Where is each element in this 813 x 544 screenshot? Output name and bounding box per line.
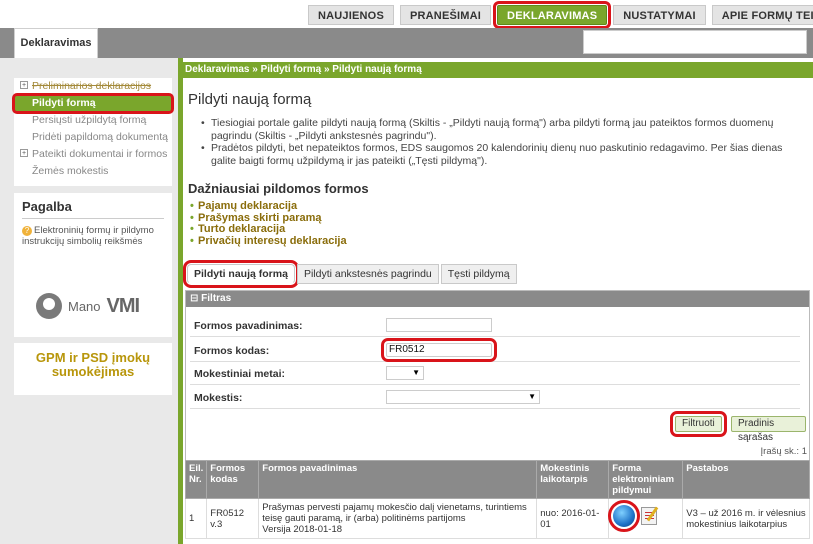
tax-year-select[interactable]: ▼: [386, 366, 424, 380]
intro-item: Pradėtos pildyti, bet nepateiktos formos…: [201, 142, 795, 167]
tab-pildyti-nauja-forma[interactable]: Pildyti naują formą: [183, 260, 299, 288]
tab-nustatymai[interactable]: NUSTATYMAI: [613, 5, 706, 25]
reset-list-button[interactable]: Pradinis sąrašas: [731, 416, 806, 443]
cell-period: nuo: 2016-01-01: [536, 498, 610, 539]
frequent-forms: Dažniausiai pildomos formos Pajamų dekla…: [183, 181, 813, 247]
help-link-text: Elektroninių formų ir pildymo instrukcij…: [22, 225, 154, 247]
gpm-psd-banner[interactable]: GPM ir PSD įmokų sumokėjimas: [14, 343, 172, 395]
edit-form-icon[interactable]: [641, 507, 658, 525]
frequent-form-link[interactable]: Privačių interesų deklaracija: [190, 235, 813, 248]
tax-label: Mokestis:: [194, 392, 243, 404]
header-right-box: [583, 30, 807, 54]
tab-pranesimai[interactable]: PRANEŠIMAI: [399, 5, 492, 25]
tax-year-label: Mokestiniai metai:: [194, 368, 286, 380]
col-name[interactable]: Formos pavadinimas: [258, 460, 538, 499]
form-name-label: Formos pavadinimas:: [194, 320, 303, 332]
filter-panel: ⊟ Filtras Formos pavadinimas: Formos kod…: [185, 290, 810, 462]
filter-button[interactable]: Filtruoti: [670, 411, 727, 437]
tab-pildyti-ankstesnes-pagrindu[interactable]: Pildyti ankstesnės pagrindu: [296, 264, 439, 284]
tab-deklaravimas[interactable]: DEKLARAVIMAS: [493, 1, 612, 29]
cell-name: Prašymas pervesti pajamų mokesčio dalį v…: [258, 498, 538, 539]
cell-nr: 1: [184, 498, 208, 539]
person-icon: [36, 293, 62, 319]
section-header-bar: Deklaravimas: [0, 28, 813, 58]
globe-icon[interactable]: [608, 500, 641, 532]
sidebar-item-label: Preliminarios deklaracijos: [32, 80, 152, 92]
tab-apie-formu-teikima[interactable]: APIE FORMŲ TEIKIMĄ: [711, 5, 813, 25]
main-content: Deklaravimas » Pildyti formą » Pildyti n…: [178, 58, 813, 544]
sidebar-item-pateikti-dokumentai[interactable]: + Pateikti dokumentai ir formos: [14, 146, 172, 163]
logo-mano-text: Mano: [68, 298, 101, 314]
sidebar-item-pildyti-forma[interactable]: Pildyti formą: [12, 93, 174, 114]
mano-vmi-logo: Mano VMI: [36, 293, 141, 319]
form-tabs: Pildyti naują formą Pildyti ankstesnės p…: [183, 260, 517, 288]
expand-icon: +: [20, 149, 28, 157]
form-version-text: Versija 2018-01-18: [262, 524, 343, 535]
gpm-psd-banner-text: GPM ir PSD įmokų sumokėjimas: [35, 350, 151, 379]
table-header-row: Eil. Nr. Formos kodas Formos pavadinimas…: [184, 460, 810, 499]
tab-naujienos[interactable]: NAUJIENOS: [308, 5, 394, 25]
form-code-label: Formos kodas:: [194, 345, 270, 357]
section-tab-deklaravimas[interactable]: Deklaravimas: [14, 28, 98, 58]
tab-testi-pildyma[interactable]: Tęsti pildymą: [440, 264, 517, 284]
sidebar-menu: + Preliminarios deklaracijos Pildyti form…: [12, 78, 174, 186]
cell-electronic-form: [608, 498, 684, 539]
forms-table: Eil. Nr. Formos kodas Formos pavadinimas…: [184, 460, 810, 539]
question-icon: ?: [22, 226, 32, 236]
form-name-input[interactable]: [386, 318, 492, 332]
sidebar: + Preliminarios deklaracijos Pildyti form…: [0, 58, 178, 544]
sidebar-item-preliminarios-deklaracijos[interactable]: + Preliminarios deklaracijos: [14, 78, 172, 95]
intro-item: Tiesiogiai portale galite pildyti naują …: [201, 117, 795, 142]
frequent-forms-title: Dažniausiai pildomos formos: [188, 181, 369, 196]
table-row: 1 FR0512 v.3 Prašymas pervesti pajamų mo…: [184, 498, 810, 539]
expand-icon: +: [20, 81, 28, 89]
mano-vmi-banner[interactable]: Mano VMI: [14, 271, 172, 337]
filter-row-tax-year: Mokestiniai metai: ▼: [190, 363, 800, 385]
form-name-text: Prašymas pervesti pajamų mokesčio dalį v…: [262, 502, 527, 524]
top-nav-tabs: NAUJIENOS PRANEŠIMAI DEKLARAVIMAS NUSTAT…: [308, 1, 813, 29]
filter-buttons: Filtruoti Pradinis sąrašas: [190, 411, 806, 443]
col-nr[interactable]: Eil. Nr.: [184, 460, 208, 499]
frequent-forms-list: Pajamų deklaracija Prašymas skirti param…: [190, 200, 813, 248]
tax-select[interactable]: ▼: [386, 390, 540, 404]
breadcrumb: Deklaravimas » Pildyti formą » Pildyti n…: [183, 62, 813, 78]
sidebar-item-zemes-mokestis[interactable]: Žemės mokestis: [14, 163, 172, 180]
filter-row-form-code: Formos kodas: FR0512: [190, 338, 800, 362]
help-link[interactable]: ? Elektroninių formų ir pildymo instrukci…: [22, 225, 164, 247]
col-electronic-form: Forma elektroniniam pildymui: [608, 460, 684, 499]
sidebar-item-label: Pateikti dokumentai ir formos: [32, 148, 168, 160]
filter-row-form-name: Formos pavadinimas:: [190, 315, 800, 337]
sidebar-item-prideti-papildoma-dokumenta[interactable]: Pridėti papildomą dokumentą: [14, 129, 172, 146]
form-code-input[interactable]: FR0512: [381, 338, 497, 362]
cell-code: FR0512 v.3: [206, 498, 260, 539]
frequent-form-link[interactable]: Turto deklaracija: [190, 223, 813, 236]
top-navigation: NAUJIENOS PRANEŠIMAI DEKLARAVIMAS NUSTAT…: [0, 0, 813, 29]
cell-note: V3 – už 2016 m. ir vėlesnius mokestinius…: [682, 498, 810, 539]
col-code[interactable]: Formos kodas: [206, 460, 260, 499]
logo-vmi-text: VMI: [106, 294, 141, 317]
record-count: Įrašų sk.: 1: [760, 446, 807, 457]
help-title: Pagalba: [22, 199, 164, 219]
col-notes: Pastabos: [682, 460, 810, 499]
sidebar-item-persiusti-uzpildyta-forma[interactable]: Persiųsti užpildytą formą: [14, 112, 172, 129]
intro-list: Tiesiogiai portale galite pildyti naują …: [201, 117, 795, 167]
filter-row-tax: Mokestis: ▼: [190, 387, 800, 409]
filter-header-label: Filtras: [201, 293, 232, 304]
filter-header[interactable]: ⊟ Filtras: [186, 291, 809, 307]
page-title: Pildyti naują formą: [188, 91, 312, 108]
col-period[interactable]: Mokestinis laikotarpis: [536, 460, 610, 499]
frequent-form-link[interactable]: Pajamų deklaracija: [190, 200, 813, 213]
